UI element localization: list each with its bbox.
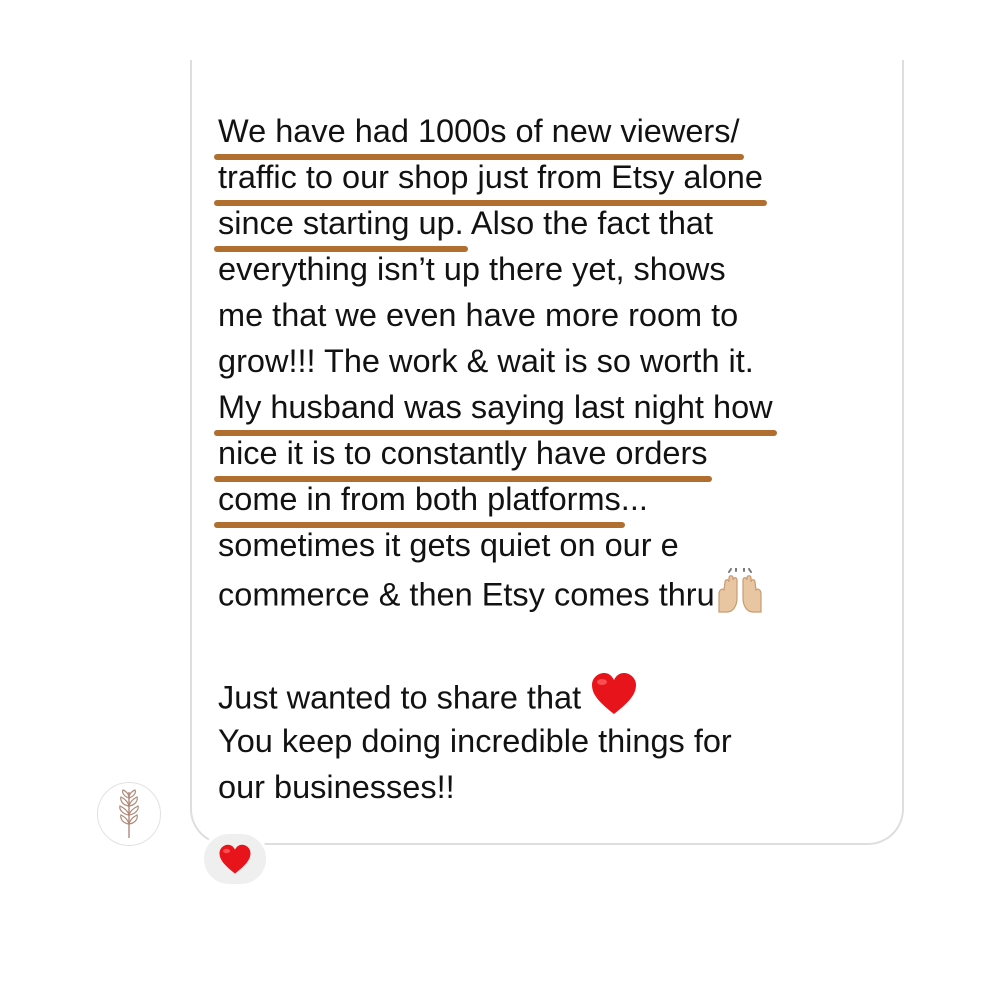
highlighted-text: traffic to our shop just from Etsy alone (214, 154, 767, 206)
message-line: everything isn’t up there yet, shows (218, 251, 726, 287)
raising-hands-icon (715, 567, 765, 626)
heart-reaction[interactable] (201, 831, 269, 887)
message-text-segment: Also the fact that (463, 205, 714, 241)
message-line: me that we even have more room to (218, 297, 739, 333)
message-line: our businesses!! (218, 769, 455, 805)
message-line: commerce & then Etsy comes thru (218, 567, 898, 614)
message-line: Just wanted to share that (218, 672, 898, 718)
message-line: My husband was saying last night how (214, 384, 898, 436)
message-line: We have had 1000s of new viewers/ (214, 108, 898, 160)
highlighted-text: since starting up. (214, 200, 468, 252)
message-line: traffic to our shop just from Etsy alone (214, 154, 898, 206)
message-line: grow!!! The work & wait is so worth it. (218, 343, 754, 379)
red-heart-icon (219, 844, 251, 874)
dm-screenshot: We have had 1000s of new viewers/ traffi… (0, 0, 1000, 1000)
highlighted-text: nice it is to constantly have orders (214, 430, 712, 482)
message-text-segment: ... (620, 481, 648, 517)
leaf-branch-icon (119, 789, 139, 838)
highlighted-text: We have had 1000s of new viewers/ (214, 108, 744, 160)
message-line: since starting up. Also the fact that (214, 200, 898, 252)
avatar[interactable] (97, 782, 161, 846)
message-line: You keep doing incredible things for (218, 723, 732, 759)
highlighted-text: come in from both platforms (214, 476, 625, 528)
message-line: nice it is to constantly have orders (214, 430, 898, 482)
message-line: come in from both platforms... (214, 476, 898, 528)
message-line: sometimes it gets quiet on our e (218, 527, 679, 563)
message-text-segment: Just wanted to share that (218, 679, 591, 716)
message-text-segment: commerce & then Etsy comes thru (218, 576, 715, 613)
highlighted-text: My husband was saying last night how (214, 384, 777, 436)
message-text: We have had 1000s of new viewers/ traffi… (214, 108, 898, 810)
